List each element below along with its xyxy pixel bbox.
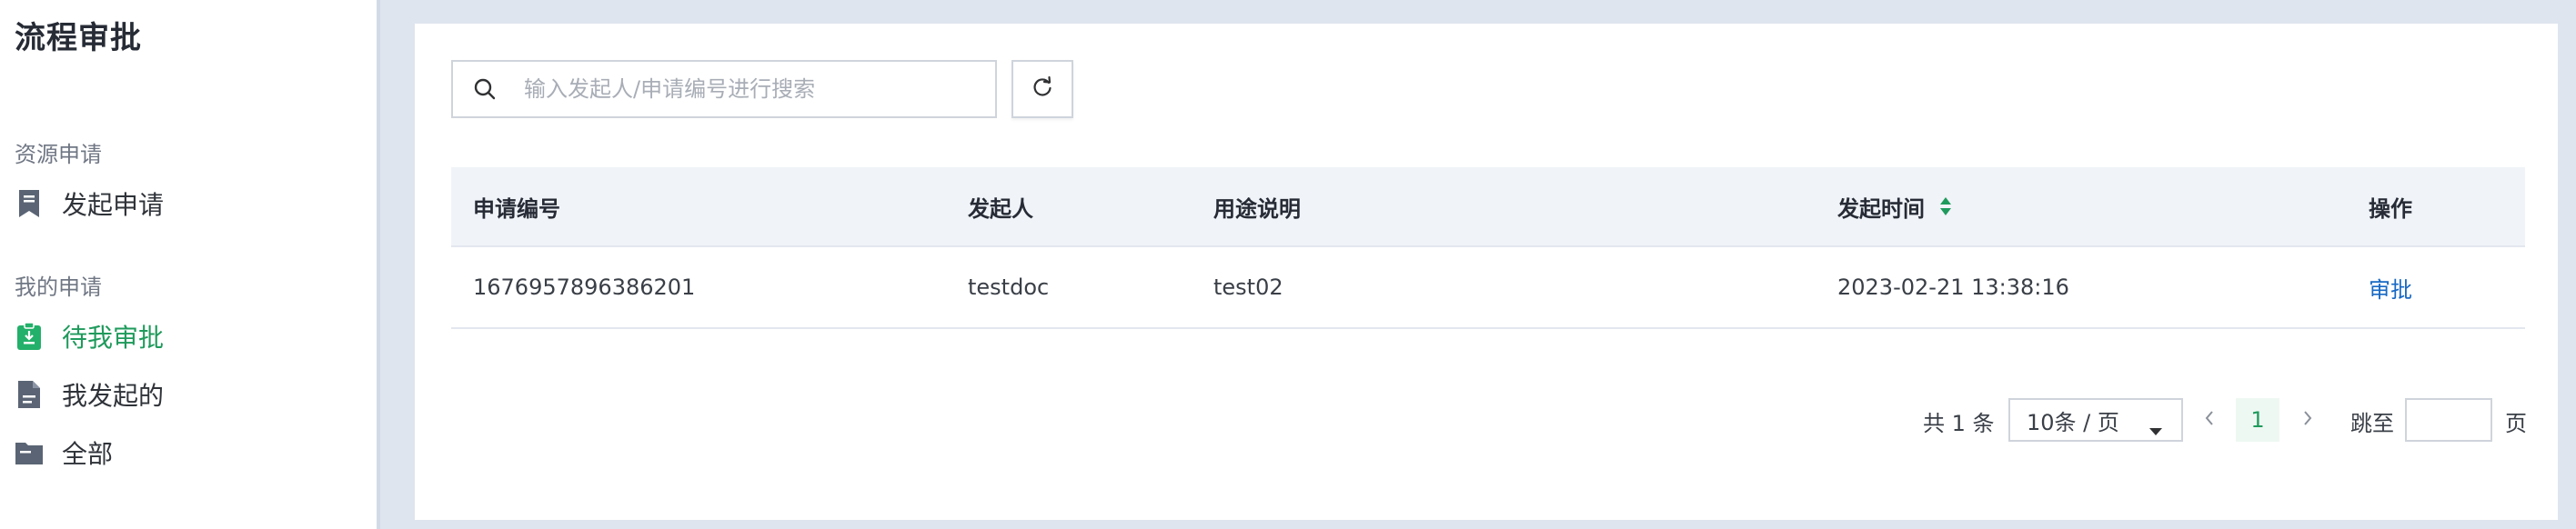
column-header-purpose: 用途说明 xyxy=(1213,195,1301,222)
jump-page-input[interactable] xyxy=(2405,398,2492,442)
cell-purpose: test02 xyxy=(1213,274,1283,300)
chevron-right-icon xyxy=(2301,409,2314,431)
search-box[interactable] xyxy=(451,60,997,118)
column-header-initiator: 发起人 xyxy=(968,195,1033,222)
jump-label: 跳至 xyxy=(2350,411,2394,436)
search-input[interactable] xyxy=(524,76,979,102)
column-header-time-label: 发起时间 xyxy=(1837,195,1925,222)
cell-request-id: 1676957896386201 xyxy=(473,274,696,300)
caret-down-icon xyxy=(2148,416,2163,442)
sidebar-item-start-request[interactable]: 发起申请 xyxy=(15,182,360,225)
cell-initiator: testdoc xyxy=(968,274,1050,300)
app-title: 流程审批 xyxy=(15,20,142,56)
column-header-time[interactable]: 发起时间 xyxy=(1837,167,1952,245)
prev-page-button[interactable] xyxy=(2196,404,2223,436)
next-page-button[interactable] xyxy=(2294,404,2321,436)
sidebar-item-label: 我发起的 xyxy=(62,381,165,411)
sidebar-item-initiated-by-me[interactable]: 我发起的 xyxy=(15,373,360,416)
page-size-value: 10条 / 页 xyxy=(2027,409,2119,435)
sidebar-item-label: 待我审批 xyxy=(62,323,165,353)
sidebar: 流程审批 资源申请 发起申请 我的申请 待我审批 我发起的 全部 xyxy=(0,0,377,529)
table-header: 申请编号 发起人 用途说明 发起时间 操作 xyxy=(451,167,2525,247)
cell-time: 2023-02-21 13:38:16 xyxy=(1837,274,2069,300)
sidebar-item-all[interactable]: 全部 xyxy=(15,431,360,474)
refresh-button[interactable] xyxy=(1011,60,1073,118)
sidebar-divider xyxy=(377,0,380,529)
column-header-action: 操作 xyxy=(2369,195,2412,222)
page-number-button[interactable]: 1 xyxy=(2236,398,2279,442)
table-row: 1676957896386201 testdoc test02 2023-02-… xyxy=(451,247,2525,329)
column-header-request-id: 申请编号 xyxy=(473,195,560,222)
approve-link[interactable]: 审批 xyxy=(2369,272,2412,304)
search-icon xyxy=(471,75,498,103)
page-size-select[interactable]: 10条 / 页 xyxy=(2008,398,2183,442)
sidebar-group-my-requests: 我的申请 xyxy=(15,274,102,300)
main-card: 申请编号 发起人 用途说明 发起时间 操作 1676957896386201 xyxy=(415,24,2558,520)
refresh-icon xyxy=(1031,75,1054,103)
sidebar-group-resource-request: 资源申请 xyxy=(15,142,102,167)
document-icon xyxy=(15,380,44,409)
pagination-total: 共 1 条 xyxy=(1923,411,1995,436)
sidebar-item-label: 发起申请 xyxy=(62,190,165,220)
pending-doc-icon xyxy=(15,322,44,351)
bookmark-icon xyxy=(15,189,44,218)
chevron-left-icon xyxy=(2203,409,2216,431)
app-root: 流程审批 资源申请 发起申请 我的申请 待我审批 我发起的 全部 输入发起人/申… xyxy=(0,0,2576,529)
jump-suffix: 页 xyxy=(2505,411,2527,436)
sidebar-item-pending-approval[interactable]: 待我审批 xyxy=(15,314,360,358)
approval-table: 申请编号 发起人 用途说明 发起时间 操作 1676957896386201 t… xyxy=(451,167,2525,329)
folder-icon xyxy=(15,438,44,467)
pagination: 共 1 条 10条 / 页 1 跳至 页 xyxy=(415,398,2558,442)
sort-icon[interactable] xyxy=(1939,196,1952,216)
sidebar-item-label: 全部 xyxy=(62,439,114,469)
